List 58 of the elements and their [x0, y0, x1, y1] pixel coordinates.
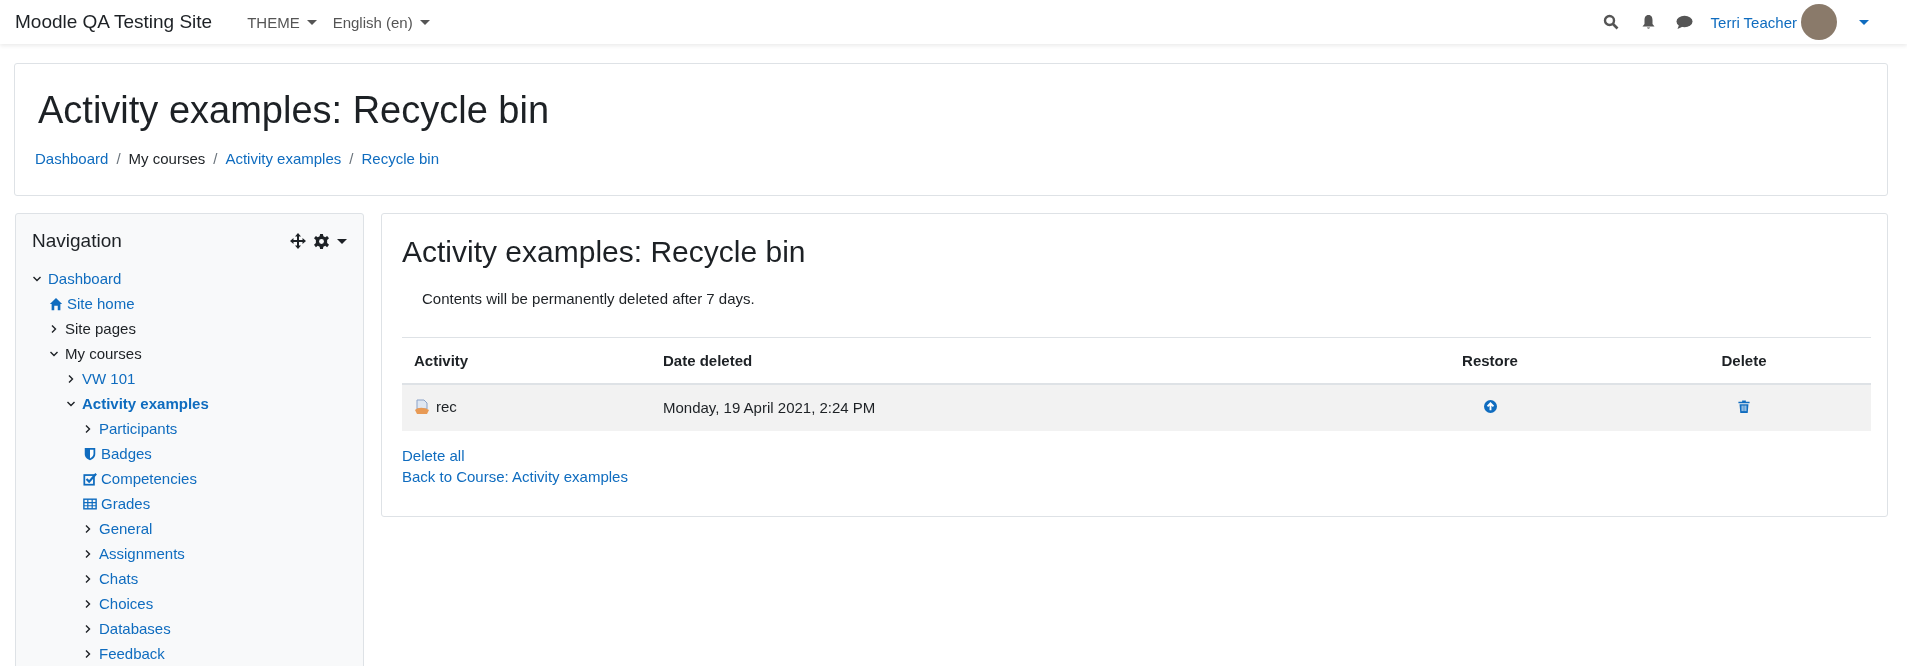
activity-icon: [414, 398, 430, 415]
table-icon: [83, 496, 97, 511]
chevron-right-icon[interactable]: [83, 548, 93, 559]
dropdown-menu[interactable]: English (en): [324, 13, 438, 31]
bell-icon[interactable]: [1640, 14, 1656, 30]
nav-item[interactable]: My courses: [65, 345, 142, 362]
shield-icon: [83, 446, 97, 461]
chevron-right-icon[interactable]: [66, 373, 76, 384]
search-icon[interactable]: [1602, 14, 1619, 30]
nav-item[interactable]: Site home: [67, 295, 135, 312]
nav-item[interactable]: Site pages: [65, 320, 136, 337]
chat-bubble-icon[interactable]: [1675, 14, 1693, 30]
breadcrumb-separator: /: [116, 149, 121, 167]
block-title: Navigation: [32, 230, 123, 252]
section-title: Activity examples: Recycle bin: [402, 234, 807, 270]
breadcrumb-link[interactable]: Recycle bin: [361, 149, 439, 167]
chevron-right-icon[interactable]: [83, 623, 93, 634]
nav-item[interactable]: Choices: [99, 595, 154, 612]
nav-item[interactable]: Dashboard: [48, 270, 122, 287]
chevron-right-icon[interactable]: [83, 573, 93, 584]
nav-item[interactable]: General: [99, 520, 153, 537]
nav-item[interactable]: Assignments: [99, 545, 185, 562]
nav-item[interactable]: Competencies: [101, 470, 197, 487]
text-link[interactable]: Delete all: [402, 446, 465, 464]
breadcrumb-link[interactable]: Dashboard: [35, 149, 109, 167]
move-icon[interactable]: [290, 233, 306, 249]
home-icon: [49, 296, 63, 311]
notice-text: Contents will be permanently deleted after 7 days.: [422, 290, 756, 307]
restore-icon[interactable]: [1483, 400, 1497, 414]
nav-item[interactable]: Chats: [99, 570, 139, 587]
chevron-right-icon[interactable]: [83, 423, 93, 434]
caret-icon[interactable]: [337, 238, 347, 244]
text-link[interactable]: Back to Course: Activity examples: [402, 467, 628, 485]
chevron-right-icon[interactable]: [83, 648, 93, 659]
breadcrumb-link[interactable]: Activity examples: [225, 149, 342, 167]
nav-item[interactable]: VW 101: [82, 370, 136, 387]
nav-item[interactable]: Feedback: [99, 645, 165, 662]
chevron-right-icon[interactable]: [83, 598, 93, 609]
table-cell: Monday, 19 April 2021, 2:24 PM: [663, 399, 876, 417]
site-name[interactable]: Moodle QA Testing Site: [15, 11, 213, 33]
chevron-right-icon[interactable]: [49, 323, 59, 334]
nav-item[interactable]: Activity examples: [82, 395, 209, 412]
breadcrumb-separator: /: [213, 149, 218, 167]
user-name[interactable]: Terri Teacher: [1710, 13, 1797, 31]
nav-item[interactable]: Grades: [101, 495, 151, 512]
breadcrumb-separator: /: [349, 149, 354, 167]
nav-item[interactable]: Badges: [101, 445, 152, 462]
checkbox-icon: [83, 471, 97, 486]
settings-icon[interactable]: [314, 233, 329, 249]
table-cell: rec: [436, 398, 457, 415]
breadcrumb-link[interactable]: My courses: [128, 149, 206, 167]
nav-item[interactable]: Participants: [99, 420, 178, 437]
avatar-photo-placeholder[interactable]: [1801, 4, 1837, 40]
page-title: Activity examples: Recycle bin: [38, 88, 551, 133]
delete-icon[interactable]: [1738, 400, 1750, 414]
chevron-right-icon[interactable]: [83, 523, 93, 534]
dropdown-menu[interactable]: THEME: [239, 13, 325, 31]
nav-item[interactable]: Databases: [99, 620, 171, 637]
